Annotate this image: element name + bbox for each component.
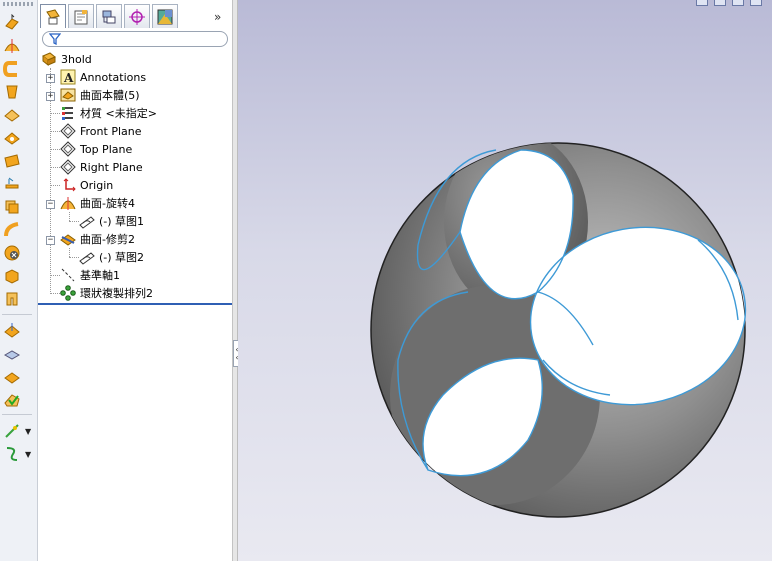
configurationmanager-tab[interactable] (96, 4, 122, 28)
sphere-model[interactable] (238, 0, 772, 561)
plane-icon (60, 141, 76, 157)
tree-item-surface-bodies[interactable]: 曲面本體(5) (60, 86, 140, 104)
untrim-surface-icon[interactable] (2, 266, 22, 286)
material-icon (60, 105, 76, 121)
tree-item-surface-revolve[interactable]: 曲面-旋转4 (60, 194, 135, 212)
tree-item-top-plane[interactable]: Top Plane (60, 140, 132, 158)
toolbar-grip[interactable] (3, 2, 33, 6)
tree-item-right-plane[interactable]: Right Plane (60, 158, 143, 176)
part-icon (41, 51, 57, 67)
graphics-area[interactable] (238, 0, 772, 561)
tree-item-axis1[interactable]: 基準軸1 (60, 266, 120, 284)
lofted-surface-icon[interactable] (2, 82, 22, 102)
panel-tabs: » (38, 4, 232, 29)
tree-item-label: (-) 草图1 (99, 215, 145, 228)
propertymanager-tab[interactable] (68, 4, 94, 28)
panel-more-button[interactable]: » (214, 10, 221, 24)
tree-item-material[interactable]: 材質 <未指定> (60, 104, 157, 122)
boundary-surface-icon[interactable] (2, 105, 22, 125)
circular-pattern-icon (60, 285, 76, 301)
axis-icon (60, 267, 76, 283)
replace-face-icon[interactable] (2, 367, 22, 387)
tree-root-part[interactable]: 3hold (41, 50, 92, 68)
dimxpert-tab[interactable] (124, 4, 150, 28)
featuremanager-panel: » 3hold + A Annotations + 曲面本體(5) 材質 <未指… (38, 0, 233, 561)
tree-item-label: 環狀複製排列2 (80, 287, 153, 300)
part-name: 3hold (61, 52, 92, 66)
tree-item-label: 曲面-旋转4 (80, 197, 135, 210)
tree-item-surface-trim[interactable]: 曲面-修剪2 (60, 230, 135, 248)
origin-icon (60, 177, 76, 193)
sketch-icon (79, 213, 95, 229)
annotations-icon: A (60, 69, 76, 85)
fillet-dropdown-arrow[interactable]: ▼ (25, 427, 31, 436)
tree-item-circular-pattern[interactable]: 環狀複製排列2 (60, 284, 153, 302)
expand-toggle[interactable]: + (46, 92, 55, 101)
thicken-icon[interactable] (2, 321, 22, 341)
filled-surface-icon[interactable] (2, 128, 22, 148)
tree-item-front-plane[interactable]: Front Plane (60, 122, 142, 140)
ruled-surface-icon[interactable] (2, 197, 22, 217)
offset-surface-icon[interactable] (2, 174, 22, 194)
tree-item-sketch2[interactable]: (-) 草图2 (79, 248, 144, 266)
tree-item-origin[interactable]: Origin (60, 176, 113, 194)
collapse-toggle[interactable]: − (46, 236, 55, 245)
surfaces-toolbar: ▼ ▼ (0, 0, 38, 561)
tree-item-label: Top Plane (80, 142, 133, 156)
svg-text:A: A (63, 71, 74, 85)
surface-bodies-icon (60, 87, 76, 103)
knit-surface-icon[interactable] (2, 289, 22, 309)
plane-icon (60, 123, 76, 139)
planar-surface-icon[interactable] (2, 151, 22, 171)
fillet-icon[interactable] (2, 421, 22, 441)
curves-icon[interactable] (2, 444, 22, 464)
tree-item-sketch1[interactable]: (-) 草图1 (79, 212, 144, 230)
tree-item-label: Front Plane (80, 124, 142, 138)
sketch-icon (79, 249, 95, 265)
featuremanager-tab[interactable] (40, 4, 66, 28)
tree-item-label: 基準軸1 (80, 269, 120, 282)
curves-dropdown-arrow[interactable]: ▼ (25, 450, 31, 459)
filter-icon (49, 33, 61, 45)
revolved-surface-icon[interactable] (2, 36, 22, 56)
tree-item-annotations[interactable]: A Annotations (60, 68, 146, 86)
surface-revolve-icon (60, 195, 76, 211)
swept-surface-icon[interactable] (2, 59, 22, 79)
plane-icon (60, 159, 76, 175)
tree-item-label: 材質 <未指定> (80, 107, 157, 120)
delete-face-icon[interactable] (2, 243, 22, 263)
tree-item-label: 曲面-修剪2 (80, 233, 135, 246)
extend-surface-icon[interactable] (2, 220, 22, 240)
surface-trim-icon (60, 231, 76, 247)
collapse-toggle[interactable]: − (46, 200, 55, 209)
move-face-icon[interactable] (2, 390, 22, 410)
tree-item-label: 曲面本體(5) (80, 89, 140, 102)
extruded-surface-icon[interactable] (2, 13, 22, 33)
rollback-bar[interactable] (38, 303, 232, 305)
cut-with-surface-icon[interactable] (2, 344, 22, 364)
tree-item-label: Annotations (80, 70, 147, 84)
tree-filter-input[interactable] (42, 31, 228, 47)
tree-item-label: Right Plane (80, 160, 143, 174)
tree-item-label: Origin (80, 178, 114, 192)
tree-item-label: (-) 草图2 (99, 251, 145, 264)
display-manager-tab[interactable] (152, 4, 178, 28)
expand-toggle[interactable]: + (46, 74, 55, 83)
